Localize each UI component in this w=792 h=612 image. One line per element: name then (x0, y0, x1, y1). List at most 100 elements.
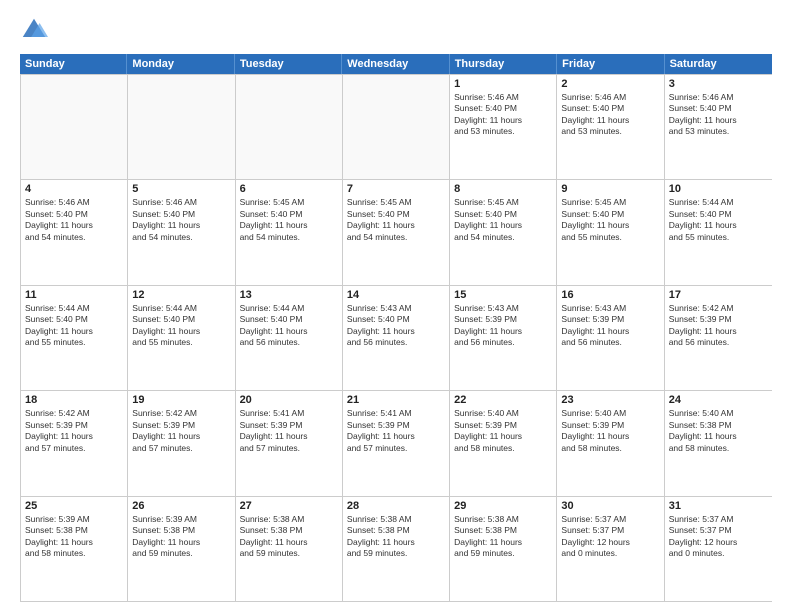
cell-info: Sunrise: 5:45 AM Sunset: 5:40 PM Dayligh… (561, 197, 659, 243)
cell-info: Sunrise: 5:43 AM Sunset: 5:40 PM Dayligh… (347, 303, 445, 349)
calendar-body: 1 Sunrise: 5:46 AM Sunset: 5:40 PM Daylig… (20, 74, 772, 602)
day-number: 21 (347, 394, 445, 406)
day-header-saturday: Saturday (665, 54, 772, 74)
day-cell-1: 1 Sunrise: 5:46 AM Sunset: 5:40 PM Daylig… (450, 75, 557, 179)
day-number: 12 (132, 289, 230, 301)
day-cell-18: 18Sunrise: 5:42 AM Sunset: 5:39 PM Dayli… (21, 391, 128, 495)
empty-cell (21, 75, 128, 179)
day-cell-26: 26 Sunrise: 5:39 AM Sunset: 5:38 PM Dayli… (128, 497, 235, 601)
day-number: 25 (25, 500, 123, 512)
day-cell-2: 2 Sunrise: 5:46 AM Sunset: 5:40 PM Daylig… (557, 75, 664, 179)
day-number: 31 (669, 500, 768, 512)
day-cell-14: 14 Sunrise: 5:43 AM Sunset: 5:40 PM Dayli… (343, 286, 450, 390)
cell-info: Sunrise: 5:39 AM Sunset: 5:38 PM Dayligh… (132, 514, 230, 560)
day-number: 1 (454, 78, 552, 90)
day-header-friday: Friday (557, 54, 664, 74)
day-number: 19 (132, 394, 230, 406)
day-cell-28: 28 Sunrise: 5:38 AM Sunset: 5:38 PM Dayli… (343, 497, 450, 601)
empty-cell (236, 75, 343, 179)
day-number: 26 (132, 500, 230, 512)
day-header-tuesday: Tuesday (235, 54, 342, 74)
day-cell-8: 8 Sunrise: 5:45 AM Sunset: 5:40 PM Daylig… (450, 180, 557, 284)
day-number: 15 (454, 289, 552, 301)
day-number: 18 (25, 394, 123, 406)
day-header-wednesday: Wednesday (342, 54, 449, 74)
day-cell-31: 31Sunrise: 5:37 AM Sunset: 5:37 PM Dayli… (665, 497, 772, 601)
day-cell-29: 29Sunrise: 5:38 AM Sunset: 5:38 PM Dayli… (450, 497, 557, 601)
day-header-thursday: Thursday (450, 54, 557, 74)
day-cell-16: 16 Sunrise: 5:43 AM Sunset: 5:39 PM Dayli… (557, 286, 664, 390)
day-cell-11: 11 Sunrise: 5:44 AM Sunset: 5:40 PM Dayli… (21, 286, 128, 390)
cell-info: Sunrise: 5:41 AM Sunset: 5:39 PM Dayligh… (240, 408, 338, 454)
cell-info: Sunrise: 5:44 AM Sunset: 5:40 PM Dayligh… (132, 303, 230, 349)
logo-icon (20, 16, 48, 44)
cell-info: Sunrise: 5:40 AM Sunset: 5:38 PM Dayligh… (669, 408, 768, 454)
day-number: 30 (561, 500, 659, 512)
cell-info: Sunrise: 5:43 AM Sunset: 5:39 PM Dayligh… (561, 303, 659, 349)
day-cell-9: 9Sunrise: 5:45 AM Sunset: 5:40 PM Daylig… (557, 180, 664, 284)
day-cell-12: 12 Sunrise: 5:44 AM Sunset: 5:40 PM Dayli… (128, 286, 235, 390)
cell-info: Sunrise: 5:46 AM Sunset: 5:40 PM Dayligh… (25, 197, 123, 243)
calendar-week-1: 1 Sunrise: 5:46 AM Sunset: 5:40 PM Daylig… (21, 74, 772, 179)
day-number: 6 (240, 183, 338, 195)
cell-info: Sunrise: 5:38 AM Sunset: 5:38 PM Dayligh… (240, 514, 338, 560)
day-cell-24: 24 Sunrise: 5:40 AM Sunset: 5:38 PM Dayli… (665, 391, 772, 495)
empty-cell (128, 75, 235, 179)
cell-info: Sunrise: 5:39 AM Sunset: 5:38 PM Dayligh… (25, 514, 123, 560)
day-cell-13: 13Sunrise: 5:44 AM Sunset: 5:40 PM Dayli… (236, 286, 343, 390)
header (20, 16, 772, 44)
day-cell-5: 5Sunrise: 5:46 AM Sunset: 5:40 PM Daylig… (128, 180, 235, 284)
day-cell-15: 15 Sunrise: 5:43 AM Sunset: 5:39 PM Dayli… (450, 286, 557, 390)
day-cell-22: 22 Sunrise: 5:40 AM Sunset: 5:39 PM Dayli… (450, 391, 557, 495)
cell-info: Sunrise: 5:45 AM Sunset: 5:40 PM Dayligh… (454, 197, 552, 243)
cell-info: Sunrise: 5:38 AM Sunset: 5:38 PM Dayligh… (347, 514, 445, 560)
cell-info: Sunrise: 5:46 AM Sunset: 5:40 PM Dayligh… (132, 197, 230, 243)
cell-info: Sunrise: 5:42 AM Sunset: 5:39 PM Dayligh… (669, 303, 768, 349)
cell-info: Sunrise: 5:46 AM Sunset: 5:40 PM Dayligh… (454, 92, 552, 138)
day-header-sunday: Sunday (20, 54, 127, 74)
day-cell-27: 27 Sunrise: 5:38 AM Sunset: 5:38 PM Dayli… (236, 497, 343, 601)
cell-info: Sunrise: 5:46 AM Sunset: 5:40 PM Dayligh… (669, 92, 768, 138)
cell-info: Sunrise: 5:41 AM Sunset: 5:39 PM Dayligh… (347, 408, 445, 454)
day-cell-20: 20Sunrise: 5:41 AM Sunset: 5:39 PM Dayli… (236, 391, 343, 495)
day-header-monday: Monday (127, 54, 234, 74)
day-cell-3: 3 Sunrise: 5:46 AM Sunset: 5:40 PM Daylig… (665, 75, 772, 179)
day-number: 11 (25, 289, 123, 301)
day-number: 27 (240, 500, 338, 512)
day-cell-17: 17Sunrise: 5:42 AM Sunset: 5:39 PM Dayli… (665, 286, 772, 390)
calendar-week-2: 4 Sunrise: 5:46 AM Sunset: 5:40 PM Daylig… (21, 179, 772, 284)
cell-info: Sunrise: 5:40 AM Sunset: 5:39 PM Dayligh… (454, 408, 552, 454)
day-cell-19: 19 Sunrise: 5:42 AM Sunset: 5:39 PM Dayli… (128, 391, 235, 495)
page: SundayMondayTuesdayWednesdayThursdayFrid… (0, 0, 792, 612)
cell-info: Sunrise: 5:45 AM Sunset: 5:40 PM Dayligh… (347, 197, 445, 243)
day-number: 24 (669, 394, 768, 406)
day-cell-4: 4 Sunrise: 5:46 AM Sunset: 5:40 PM Daylig… (21, 180, 128, 284)
day-number: 28 (347, 500, 445, 512)
cell-info: Sunrise: 5:44 AM Sunset: 5:40 PM Dayligh… (669, 197, 768, 243)
day-number: 14 (347, 289, 445, 301)
calendar: SundayMondayTuesdayWednesdayThursdayFrid… (20, 54, 772, 602)
day-number: 16 (561, 289, 659, 301)
cell-info: Sunrise: 5:37 AM Sunset: 5:37 PM Dayligh… (561, 514, 659, 560)
day-cell-7: 7 Sunrise: 5:45 AM Sunset: 5:40 PM Daylig… (343, 180, 450, 284)
cell-info: Sunrise: 5:42 AM Sunset: 5:39 PM Dayligh… (132, 408, 230, 454)
day-number: 8 (454, 183, 552, 195)
day-cell-30: 30 Sunrise: 5:37 AM Sunset: 5:37 PM Dayli… (557, 497, 664, 601)
day-cell-23: 23Sunrise: 5:40 AM Sunset: 5:39 PM Dayli… (557, 391, 664, 495)
cell-info: Sunrise: 5:43 AM Sunset: 5:39 PM Dayligh… (454, 303, 552, 349)
day-cell-21: 21 Sunrise: 5:41 AM Sunset: 5:39 PM Dayli… (343, 391, 450, 495)
day-number: 2 (561, 78, 659, 90)
cell-info: Sunrise: 5:44 AM Sunset: 5:40 PM Dayligh… (25, 303, 123, 349)
calendar-week-4: 18 Sunrise: 5:42 AM Sunset: 5:39 PM Dayli… (21, 390, 772, 495)
cell-info: Sunrise: 5:44 AM Sunset: 5:40 PM Dayligh… (240, 303, 338, 349)
logo (20, 16, 52, 44)
day-number: 22 (454, 394, 552, 406)
day-cell-6: 6Sunrise: 5:45 AM Sunset: 5:40 PM Daylig… (236, 180, 343, 284)
calendar-week-5: 25 Sunrise: 5:39 AM Sunset: 5:38 PM Dayli… (21, 496, 772, 601)
day-number: 29 (454, 500, 552, 512)
day-number: 7 (347, 183, 445, 195)
day-number: 4 (25, 183, 123, 195)
day-number: 3 (669, 78, 768, 90)
calendar-week-3: 11 Sunrise: 5:44 AM Sunset: 5:40 PM Dayli… (21, 285, 772, 390)
cell-info: Sunrise: 5:46 AM Sunset: 5:40 PM Dayligh… (561, 92, 659, 138)
